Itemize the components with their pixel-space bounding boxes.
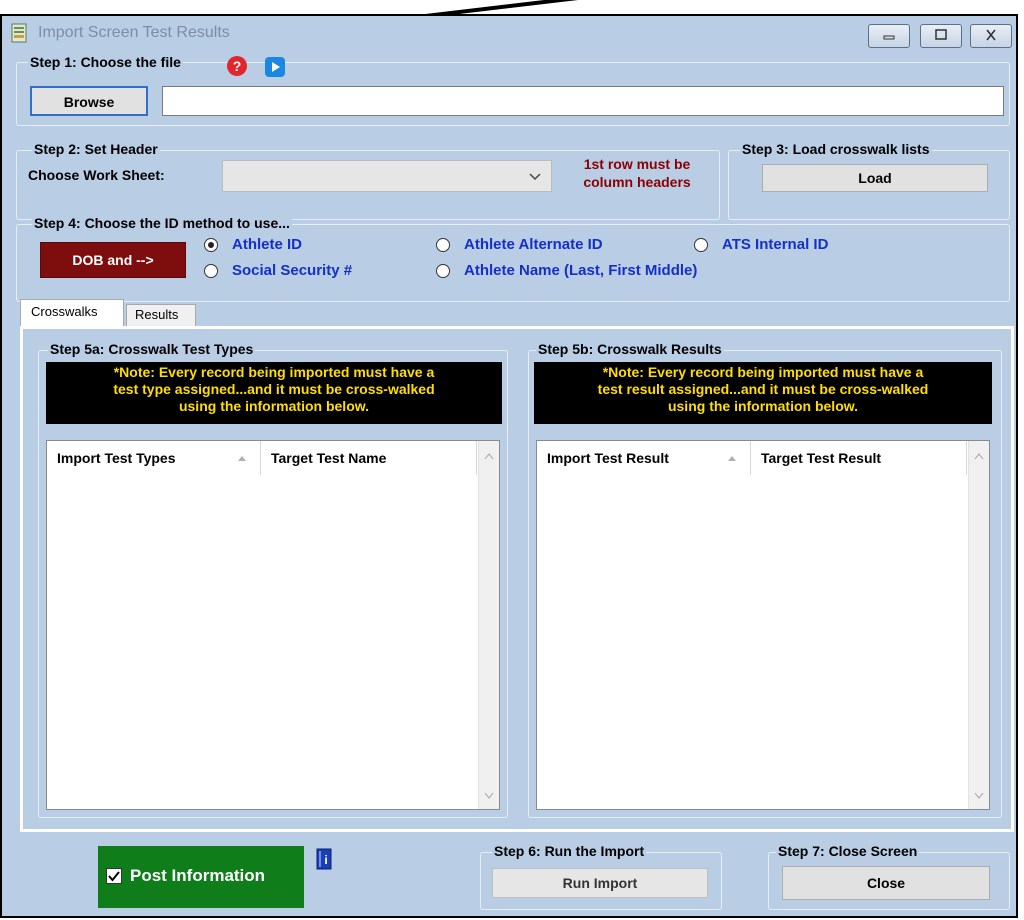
ats-internal-id-label[interactable]: ATS Internal ID [722, 236, 828, 253]
import-window: Import Screen Test Results Step 1: Choos… [0, 14, 1018, 918]
test-types-grid[interactable]: Import Test Types Target Test Name [46, 440, 500, 810]
close-window-button[interactable] [970, 24, 1012, 48]
sort-ascending-icon [238, 456, 246, 461]
step5b-note-line2: test result assigned...and it must be cr… [597, 381, 929, 397]
sort-ascending-icon [728, 456, 736, 461]
step5b-note-line3: using the information below. [667, 398, 859, 414]
step5a-note-line3: using the information below. [178, 398, 370, 414]
step5a-note: *Note: Every record being imported must … [46, 362, 502, 424]
tab-crosswalks[interactable]: Crosswalks [20, 299, 124, 327]
step5a-note-line1: *Note: Every record being imported must … [113, 364, 435, 380]
step5a-note-line2: test type assigned...and it must be cros… [113, 381, 435, 397]
col-target-test-result[interactable]: Target Test Result [751, 441, 967, 475]
header-hint-line1: 1st row must be [583, 156, 691, 172]
svg-text:?: ? [233, 58, 242, 74]
minimize-icon [883, 35, 895, 40]
step2-legend: Step 2: Set Header [32, 141, 160, 157]
ats-internal-id-radio[interactable] [694, 238, 708, 252]
test-results-scrollbar[interactable] [968, 441, 989, 809]
maximize-icon [935, 29, 947, 40]
load-button[interactable]: Load [762, 164, 988, 192]
scroll-up-icon[interactable] [484, 453, 494, 460]
step5b-note-line1: *Note: Every record being imported must … [602, 364, 924, 380]
dob-button[interactable]: DOB and --> [40, 242, 186, 278]
athlete-name-label[interactable]: Athlete Name (Last, First Middle) [464, 262, 697, 279]
worksheet-label: Choose Work Sheet: [28, 167, 165, 183]
col-target-test-name[interactable]: Target Test Name [261, 441, 477, 475]
step6-legend: Step 6: Run the Import [492, 843, 647, 859]
minimize-button[interactable] [868, 24, 910, 48]
info-book-icon[interactable]: i [316, 848, 332, 870]
col-import-test-types-label: Import Test Types [57, 450, 176, 466]
col-import-test-result-label: Import Test Result [547, 450, 669, 466]
post-information-checkbox[interactable] [106, 868, 122, 884]
help-icon[interactable]: ? [226, 55, 248, 77]
athlete-id-label[interactable]: Athlete ID [232, 236, 302, 253]
close-button[interactable]: Close [782, 866, 990, 900]
header-hint: 1st row must be column headers [562, 155, 712, 191]
ssn-label[interactable]: Social Security # [232, 262, 352, 279]
athlete-id-radio[interactable] [204, 238, 218, 252]
play-video-icon[interactable] [264, 56, 286, 78]
browse-button[interactable]: Browse [30, 86, 148, 116]
step3-legend: Step 3: Load crosswalk lists [740, 141, 932, 157]
scroll-up-icon[interactable] [974, 453, 984, 460]
alternate-id-radio[interactable] [436, 238, 450, 252]
alternate-id-label[interactable]: Athlete Alternate ID [464, 236, 603, 253]
step4-legend: Step 4: Choose the ID method to use... [32, 215, 292, 231]
scroll-down-icon[interactable] [484, 792, 494, 799]
tab-results[interactable]: Results [126, 304, 196, 326]
scroll-down-icon[interactable] [974, 792, 984, 799]
step1-legend: Step 1: Choose the file [28, 54, 183, 70]
step7-legend: Step 7: Close Screen [776, 843, 920, 859]
col-import-test-types[interactable]: Import Test Types [47, 441, 261, 475]
chevron-down-icon [529, 173, 541, 181]
step5a-legend: Step 5a: Crosswalk Test Types [48, 341, 256, 357]
run-import-button[interactable]: Run Import [492, 868, 708, 898]
test-types-scrollbar[interactable] [478, 441, 499, 809]
close-icon [986, 29, 996, 41]
ssn-radio[interactable] [204, 264, 218, 278]
step5b-legend: Step 5b: Crosswalk Results [536, 341, 724, 357]
file-path-input[interactable] [162, 86, 1004, 116]
step5b-note: *Note: Every record being imported must … [534, 362, 992, 424]
step1-legend-text: Step 1: Choose the file [30, 54, 181, 70]
svg-text:i: i [324, 853, 327, 867]
header-hint-line2: column headers [583, 174, 691, 190]
window-title: Import Screen Test Results [38, 24, 230, 41]
post-information-label[interactable]: Post Information [130, 866, 265, 886]
col-import-test-result[interactable]: Import Test Result [537, 441, 751, 475]
title-bar[interactable]: Import Screen Test Results [2, 16, 1016, 52]
post-information-panel[interactable]: Post Information [98, 846, 304, 908]
app-document-icon [11, 23, 27, 43]
test-results-grid[interactable]: Import Test Result Target Test Result [536, 440, 990, 810]
maximize-button[interactable] [920, 24, 962, 48]
worksheet-select[interactable] [222, 160, 552, 192]
checkmark-icon [108, 871, 120, 882]
athlete-name-radio[interactable] [436, 264, 450, 278]
